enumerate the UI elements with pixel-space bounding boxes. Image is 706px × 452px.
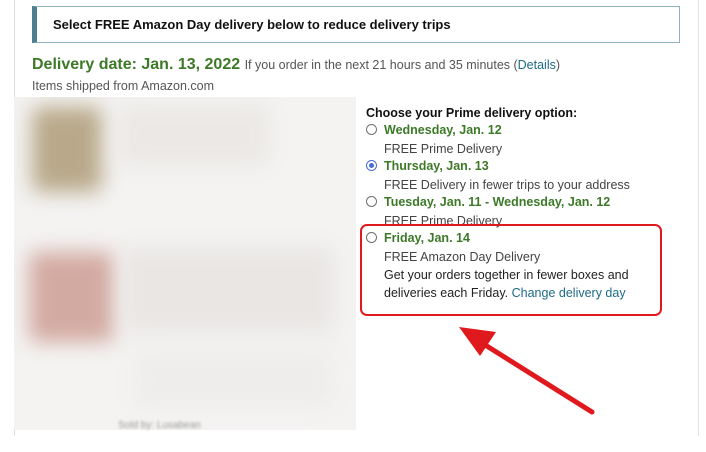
option-date: Thursday, Jan. 13 (384, 159, 489, 173)
delivery-condition: If you order in the next 21 hours and 35… (245, 58, 560, 72)
delivery-condition-text: If you order in the next 21 hours and 35… (244, 58, 518, 72)
option-date: Tuesday, Jan. 11 - Wednesday, Jan. 12 (384, 195, 611, 209)
blurred-product-image-2 (29, 252, 114, 342)
highlight-box (360, 224, 662, 316)
radio-wednesday[interactable] (366, 124, 377, 135)
blurred-seller-label: Sold by: Lusabean (118, 420, 201, 431)
delivery-options: Choose your Prime delivery option: Wedne… (366, 104, 686, 300)
amazon-day-banner: Select FREE Amazon Day delivery below to… (32, 6, 680, 43)
arrow-head (459, 327, 496, 356)
blurred-product-text-2 (124, 247, 334, 332)
blurred-product-text-3 (134, 352, 334, 407)
delivery-condition-close: ) (555, 58, 561, 72)
blurred-product-text-1 (119, 105, 269, 165)
arrow-shaft (479, 340, 595, 415)
delivery-options-title: Choose your Prime delivery option: (366, 106, 578, 120)
delivery-info: Delivery date: Jan. 13, 2022 If you orde… (32, 56, 560, 74)
radio-thursday-selected[interactable] (366, 160, 377, 171)
option-subtitle: FREE Prime Delivery (384, 142, 503, 156)
radio-tuesday[interactable] (366, 196, 377, 207)
option-subtitle: FREE Delivery in fewer trips to your add… (384, 178, 630, 192)
details-link[interactable]: Details (518, 58, 556, 72)
delivery-date: Delivery date: Jan. 13, 2022 (32, 56, 241, 73)
banner-text: Select FREE Amazon Day delivery below to… (53, 17, 451, 32)
blurred-product-list (14, 97, 356, 430)
option-date: Wednesday, Jan. 12 (384, 123, 502, 137)
blurred-product-image-1 (32, 107, 102, 192)
shipped-from: Items shipped from Amazon.com (32, 79, 215, 93)
page-border-right (698, 0, 699, 436)
